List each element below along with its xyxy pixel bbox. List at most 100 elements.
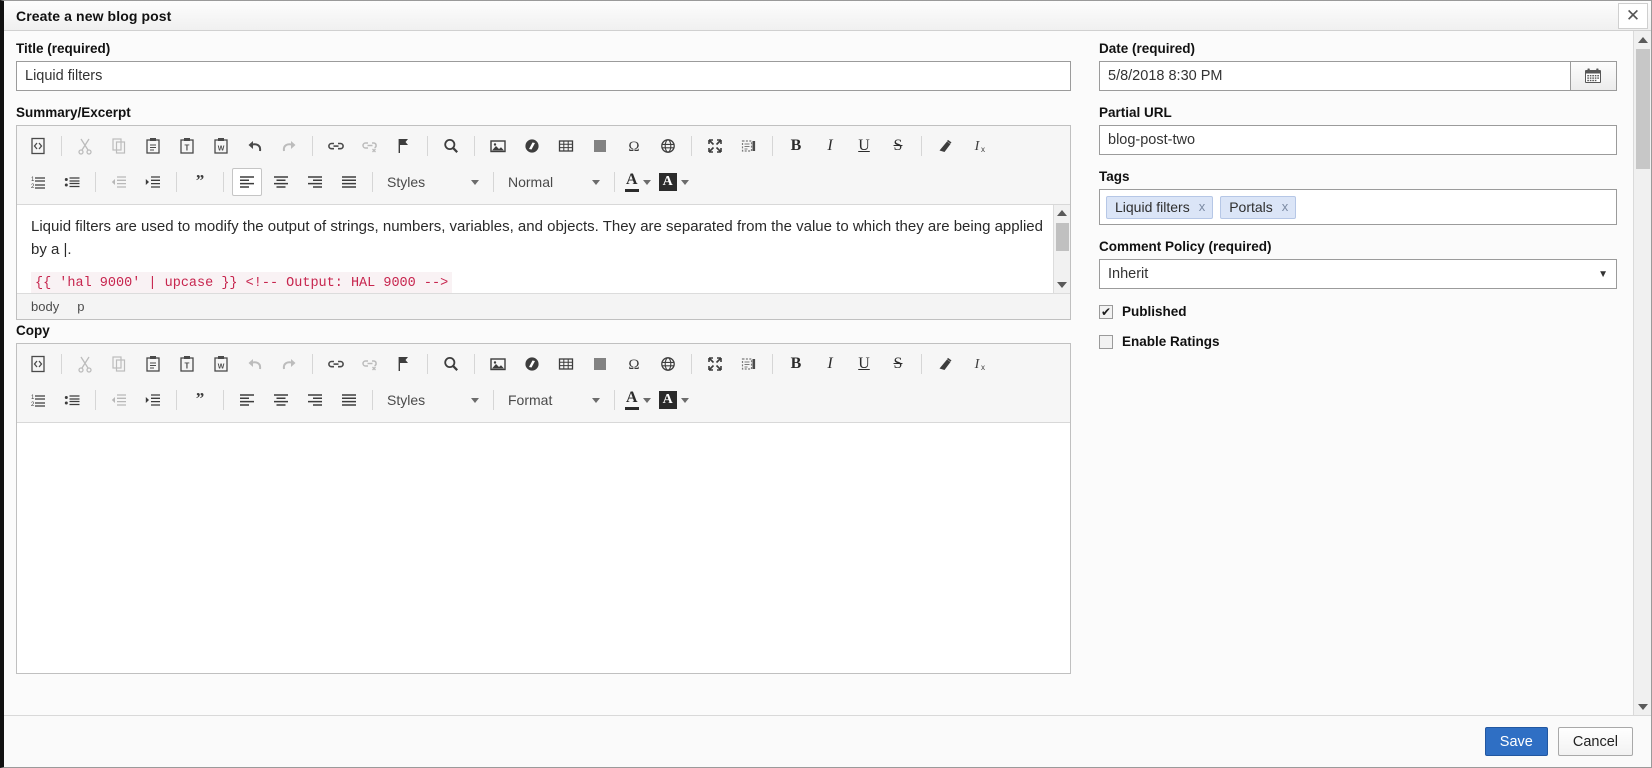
scroll-up-icon[interactable] — [1054, 205, 1070, 221]
enable-ratings-checkbox[interactable] — [1099, 334, 1113, 349]
align-center-icon[interactable] — [266, 168, 296, 196]
paste-word-icon[interactable]: W — [206, 350, 236, 378]
format-dropdown[interactable]: Normal — [504, 169, 604, 195]
close-icon[interactable]: ✕ — [1618, 2, 1648, 29]
flash-icon[interactable] — [517, 132, 547, 160]
link-icon[interactable] — [321, 132, 351, 160]
cut-icon[interactable] — [70, 350, 100, 378]
cut-icon[interactable] — [70, 132, 100, 160]
paste-text-icon[interactable]: T — [172, 132, 202, 160]
italic-icon[interactable]: I — [815, 350, 845, 378]
strikethrough-icon[interactable]: S — [883, 350, 913, 378]
copy-icon[interactable] — [104, 132, 134, 160]
element-path-p[interactable]: p — [77, 299, 84, 314]
image-icon[interactable] — [483, 350, 513, 378]
show-blocks-icon[interactable] — [734, 132, 764, 160]
bg-color-icon[interactable]: A — [657, 386, 691, 414]
paste-icon[interactable] — [138, 350, 168, 378]
summary-editor-scrollbar[interactable] — [1053, 205, 1070, 293]
numbered-list-icon[interactable]: 12 — [23, 168, 53, 196]
scrollbar-thumb[interactable] — [1056, 223, 1069, 251]
blockquote-icon[interactable]: ” — [185, 168, 215, 196]
copy-icon[interactable] — [104, 350, 134, 378]
page-scrollbar-thumb[interactable] — [1636, 49, 1650, 169]
date-input[interactable] — [1099, 61, 1570, 91]
styles-dropdown[interactable]: Styles — [383, 169, 483, 195]
outdent-icon[interactable] — [104, 168, 134, 196]
bold-icon[interactable]: B — [781, 132, 811, 160]
indent-icon[interactable] — [138, 386, 168, 414]
horizontal-rule-icon[interactable] — [585, 132, 615, 160]
source-icon[interactable] — [23, 350, 53, 378]
copy-format-dropdown[interactable]: Format — [504, 387, 604, 413]
text-color-icon[interactable]: A — [623, 386, 653, 414]
dialog-scrollbar[interactable] — [1633, 31, 1651, 715]
calendar-icon[interactable] — [1569, 61, 1617, 91]
remove-format-icon[interactable] — [930, 350, 960, 378]
underline-icon[interactable]: U — [849, 350, 879, 378]
anchor-icon[interactable] — [389, 132, 419, 160]
special-char-icon[interactable]: Ω — [619, 350, 649, 378]
strikethrough-icon[interactable]: S — [883, 132, 913, 160]
flash-icon[interactable] — [517, 350, 547, 378]
iframe-icon[interactable] — [653, 350, 683, 378]
image-icon[interactable] — [483, 132, 513, 160]
redo-icon[interactable] — [274, 132, 304, 160]
undo-icon[interactable] — [240, 350, 270, 378]
page-scroll-down-icon[interactable] — [1634, 698, 1651, 715]
table-icon[interactable] — [551, 350, 581, 378]
partial-url-input[interactable] — [1099, 125, 1617, 155]
show-blocks-icon[interactable] — [734, 350, 764, 378]
numbered-list-icon[interactable]: 12 — [23, 386, 53, 414]
subscript-icon[interactable]: Ix — [964, 350, 994, 378]
bulleted-list-icon[interactable] — [57, 386, 87, 414]
maximize-icon[interactable] — [700, 132, 730, 160]
find-icon[interactable] — [436, 350, 466, 378]
indent-icon[interactable] — [138, 168, 168, 196]
special-char-icon[interactable]: Ω — [619, 132, 649, 160]
undo-icon[interactable] — [240, 132, 270, 160]
enable-ratings-checkbox-row[interactable]: Enable Ratings — [1099, 334, 1617, 349]
unlink-icon[interactable] — [355, 132, 385, 160]
maximize-icon[interactable] — [700, 350, 730, 378]
copy-styles-dropdown[interactable]: Styles — [383, 387, 483, 413]
bold-icon[interactable]: B — [781, 350, 811, 378]
unlink-icon[interactable] — [355, 350, 385, 378]
paste-word-icon[interactable]: W — [206, 132, 236, 160]
paste-icon[interactable] — [138, 132, 168, 160]
remove-format-icon[interactable] — [930, 132, 960, 160]
bulleted-list-icon[interactable] — [57, 168, 87, 196]
align-left-icon[interactable] — [232, 168, 262, 196]
align-center-icon[interactable] — [266, 386, 296, 414]
paste-text-icon[interactable]: T — [172, 350, 202, 378]
link-icon[interactable] — [321, 350, 351, 378]
horizontal-rule-icon[interactable] — [585, 350, 615, 378]
text-color-icon[interactable]: A — [623, 168, 653, 196]
align-left-icon[interactable] — [232, 386, 262, 414]
summary-editable-area[interactable]: Liquid filters are used to modify the ou… — [17, 205, 1070, 293]
source-icon[interactable] — [23, 132, 53, 160]
align-right-icon[interactable] — [300, 168, 330, 196]
tags-input[interactable]: Liquid filters x Portals x — [1099, 189, 1617, 225]
save-button[interactable]: Save — [1484, 727, 1548, 756]
justify-icon[interactable] — [334, 386, 364, 414]
published-checkbox-row[interactable]: ✔ Published — [1099, 304, 1617, 319]
redo-icon[interactable] — [274, 350, 304, 378]
subscript-icon[interactable]: Ix — [964, 132, 994, 160]
blockquote-icon[interactable]: ” — [185, 386, 215, 414]
cancel-button[interactable]: Cancel — [1557, 727, 1633, 756]
element-path-body[interactable]: body — [31, 299, 59, 314]
title-input[interactable] — [16, 61, 1071, 91]
comment-policy-select[interactable]: Inherit ▼ — [1099, 259, 1617, 289]
page-scroll-up-icon[interactable] — [1634, 31, 1651, 48]
find-icon[interactable] — [436, 132, 466, 160]
underline-icon[interactable]: U — [849, 132, 879, 160]
copy-editable-area[interactable] — [17, 423, 1070, 673]
italic-icon[interactable]: I — [815, 132, 845, 160]
anchor-icon[interactable] — [389, 350, 419, 378]
table-icon[interactable] — [551, 132, 581, 160]
align-right-icon[interactable] — [300, 386, 330, 414]
iframe-icon[interactable] — [653, 132, 683, 160]
outdent-icon[interactable] — [104, 386, 134, 414]
remove-tag-icon[interactable]: x — [1282, 199, 1289, 214]
